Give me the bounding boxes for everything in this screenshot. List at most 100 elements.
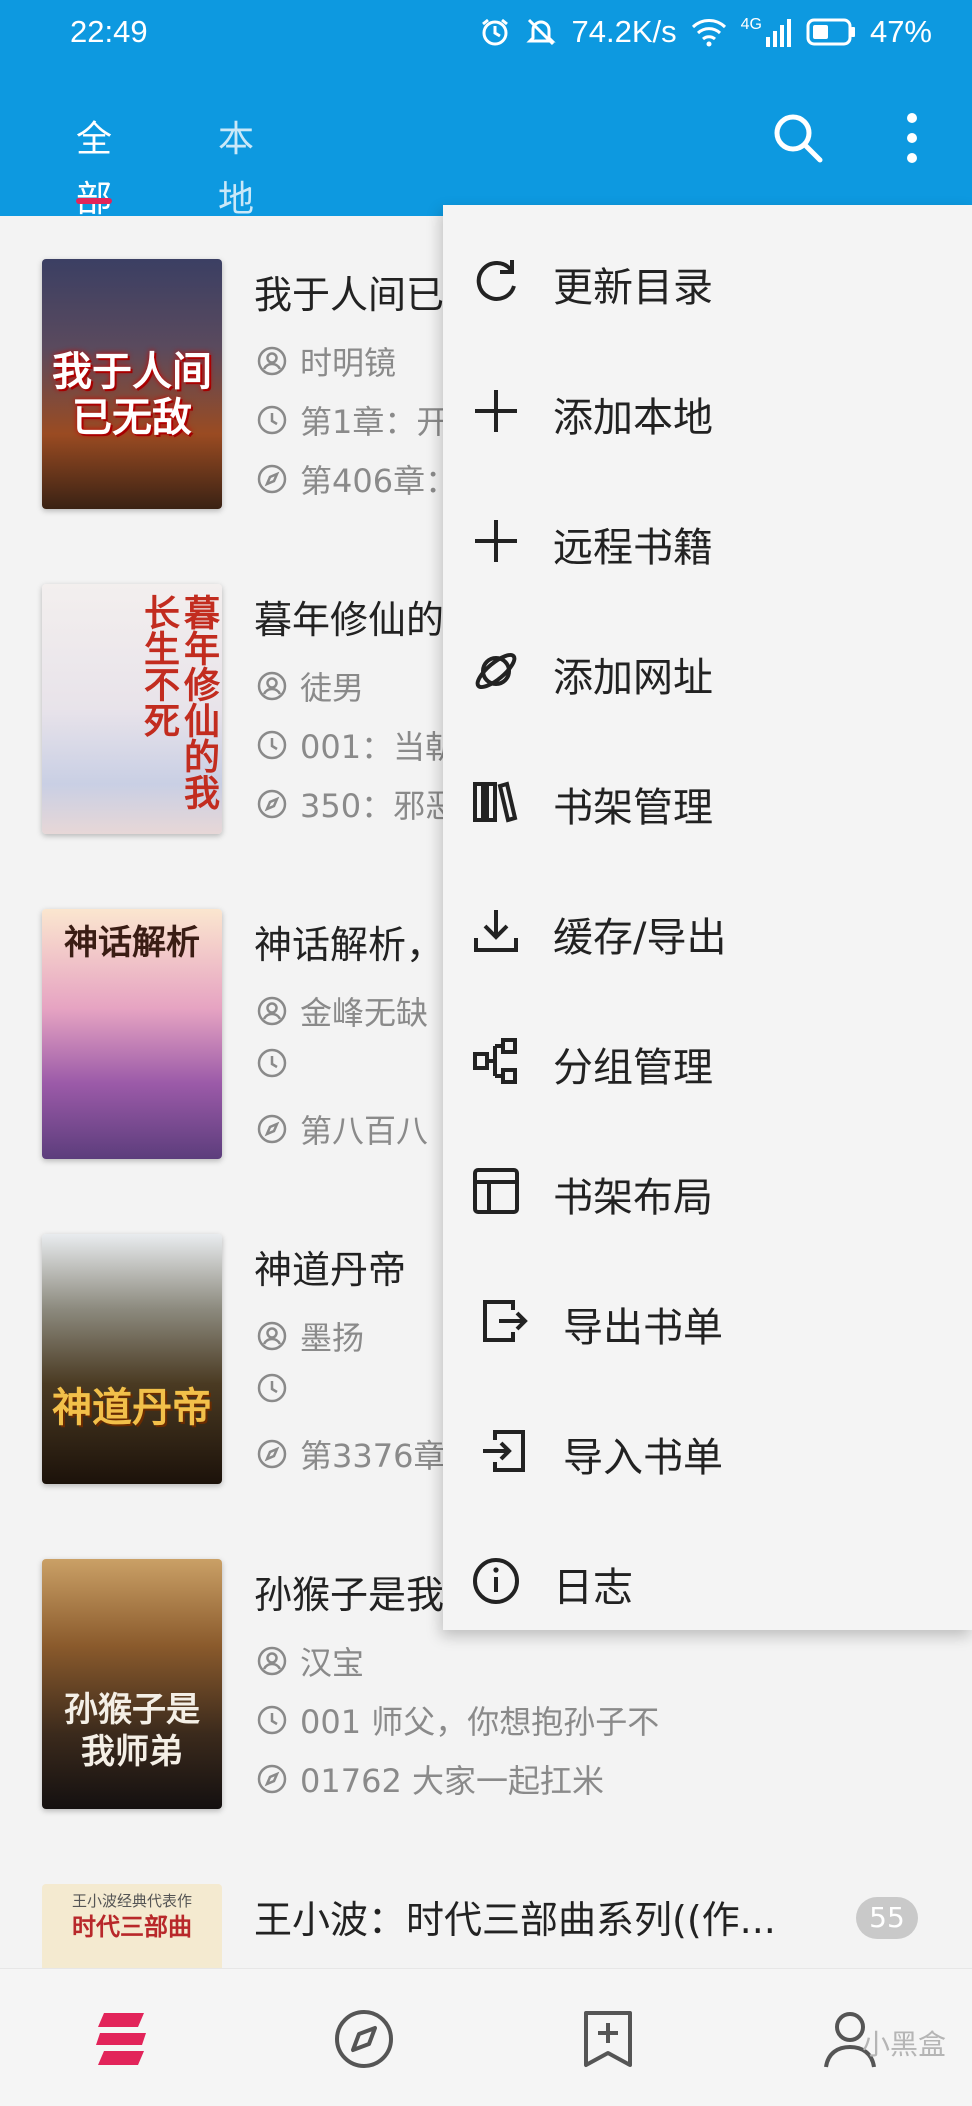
bookmark-add-icon[interactable]	[576, 2007, 640, 2071]
book-latest-chapter: 350：邪恶	[256, 781, 457, 827]
compass-icon[interactable]	[332, 2007, 396, 2071]
mute-icon	[526, 18, 557, 46]
refresh-icon	[476, 260, 516, 301]
last-read-chapter: 001：当朝	[300, 728, 458, 766]
menu-item-add-local[interactable]: 添加本地	[443, 343, 972, 473]
cover-title: 我于人间已无敌	[52, 349, 212, 441]
latest-chapter: 350：邪恶	[300, 787, 458, 825]
author-name: 金峰无缺	[300, 994, 429, 1032]
book-latest-chapter: 01762 大家一起扛米	[256, 1756, 604, 1802]
wifi-icon	[691, 19, 726, 47]
menu-item-label: 书架管理	[553, 785, 713, 831]
book-cover: 暮年修仙的我长生不死	[42, 584, 222, 834]
book-author: 金峰无缺	[256, 988, 428, 1034]
book-cover: 神道丹帝	[42, 1234, 222, 1484]
menu-item-group-manage[interactable]: 分组管理	[443, 993, 972, 1123]
book-author: 时明镜	[256, 338, 396, 384]
book-cover: 孙猴子是我师弟	[42, 1559, 222, 1809]
menu-item-add-url[interactable]: 添加网址	[443, 603, 972, 733]
import-icon	[483, 1430, 525, 1472]
author-icon	[257, 346, 287, 376]
tab-local-label: 本地	[218, 119, 255, 220]
book-cover: 神话解析	[42, 909, 222, 1159]
book-last-read: 001 师父，你想抱孙子不	[256, 1697, 659, 1743]
search-icon[interactable]	[770, 110, 826, 166]
tab-all-label: 全部	[76, 119, 113, 220]
menu-item-update-toc[interactable]: 更新目录	[443, 213, 972, 343]
latest-chapter: 01762 大家一起扛米	[300, 1762, 604, 1800]
status-indicators: 74.2K/s 4G 47%	[479, 14, 932, 50]
status-time: 22:49	[70, 14, 148, 49]
tab-all[interactable]: 全部	[76, 110, 113, 220]
book-latest-chapter: 第406章：	[256, 456, 457, 502]
unread-count-badge: 55	[856, 1897, 918, 1939]
author-name: 汉宝	[300, 1644, 365, 1682]
menu-item-label: 添加网址	[553, 655, 713, 701]
watermark: 小黑盒	[861, 2028, 946, 2061]
book-latest-chapter: 第八百八	[256, 1106, 428, 1152]
more-vertical-icon[interactable]	[898, 110, 926, 166]
latest-chapter: 第406章：	[300, 462, 458, 500]
menu-item-label: 导出书单	[563, 1305, 723, 1351]
menu-item-label: 缓存/导出	[553, 915, 727, 961]
cover-title: 神道丹帝	[52, 1385, 212, 1431]
book-item[interactable]: 王小波经典代表作 时代三部曲 王小波：时代三部曲系列((作... 55	[0, 1841, 972, 1968]
clock-icon	[257, 1705, 287, 1735]
signal-icon	[765, 19, 791, 47]
cover-title: 孙猴子是我师弟	[64, 1690, 200, 1772]
menu-item-cache-export[interactable]: 缓存/导出	[443, 863, 972, 993]
menu-item-import-booklist[interactable]: 导入书单	[443, 1383, 972, 1513]
book-title: 神话解析，	[254, 923, 445, 967]
menu-item-bookshelf-manage[interactable]: 书架管理	[443, 733, 972, 863]
menu-item-log[interactable]: 日志	[443, 1513, 972, 1643]
tab-indicator	[76, 198, 113, 204]
alarm-icon	[482, 18, 509, 46]
menu-item-bookshelf-layout[interactable]: 书架布局	[443, 1123, 972, 1253]
book-last-read	[256, 1372, 300, 1404]
menu-item-label: 更新目录	[553, 265, 713, 311]
compass-small-icon	[257, 1114, 287, 1144]
last-read-chapter: 第1章：开	[300, 403, 449, 441]
book-latest-chapter: 第3376章	[256, 1431, 445, 1477]
author-name: 徒男	[300, 669, 365, 707]
book-cover: 我于人间已无敌	[42, 259, 222, 509]
book-cover: 王小波经典代表作 时代三部曲	[42, 1884, 222, 1968]
compass-small-icon	[257, 789, 287, 819]
book-title: 王小波：时代三部曲系列((作...	[254, 1898, 776, 1942]
author-icon	[257, 1646, 287, 1676]
book-last-read: 第1章：开	[256, 397, 448, 443]
author-icon	[257, 671, 287, 701]
menu-item-remote-books[interactable]: 远程书籍	[443, 473, 972, 603]
compass-small-icon	[257, 1764, 287, 1794]
bottom-navigation: 小黑盒	[0, 1968, 972, 2106]
book-author: 汉宝	[256, 1638, 364, 1684]
cover-subtitle: 王小波经典代表作	[71, 1892, 192, 1910]
menu-item-label: 导入书单	[563, 1435, 723, 1481]
author-name: 时明镜	[300, 344, 397, 382]
book-title: 孙猴子是我	[254, 1573, 445, 1617]
latest-chapter: 第八百八	[300, 1112, 429, 1150]
cover-title: 暮年修仙的我长生不死	[138, 594, 219, 810]
book-title: 暮年修仙的	[254, 598, 445, 642]
book-author: 徒男	[256, 663, 364, 709]
tab-local[interactable]: 本地	[218, 110, 254, 220]
download-icon	[474, 910, 518, 952]
bookshelf-icon	[473, 781, 518, 823]
menu-item-export-booklist[interactable]: 导出书单	[443, 1253, 972, 1383]
menu-item-label: 书架布局	[553, 1175, 713, 1221]
signal-type: 4G	[740, 16, 762, 33]
status-bar: 22:49 74.2K/s 4G 47%	[0, 0, 972, 66]
last-read-chapter: 001 师父，你想抱孙子不	[300, 1703, 660, 1741]
clock-icon	[257, 730, 287, 760]
network-speed: 74.2K/s	[571, 14, 677, 49]
plus-icon	[475, 390, 517, 432]
menu-item-label: 日志	[553, 1565, 633, 1611]
clock-icon	[257, 1048, 287, 1078]
battery-level: 47%	[869, 14, 932, 49]
author-name: 墨扬	[300, 1319, 365, 1357]
layout-icon	[473, 1168, 519, 1214]
planet-icon	[475, 652, 517, 690]
menu-item-label: 添加本地	[553, 395, 713, 441]
compass-small-icon	[257, 1439, 287, 1469]
bookshelf-logo-icon[interactable]	[90, 2007, 154, 2071]
